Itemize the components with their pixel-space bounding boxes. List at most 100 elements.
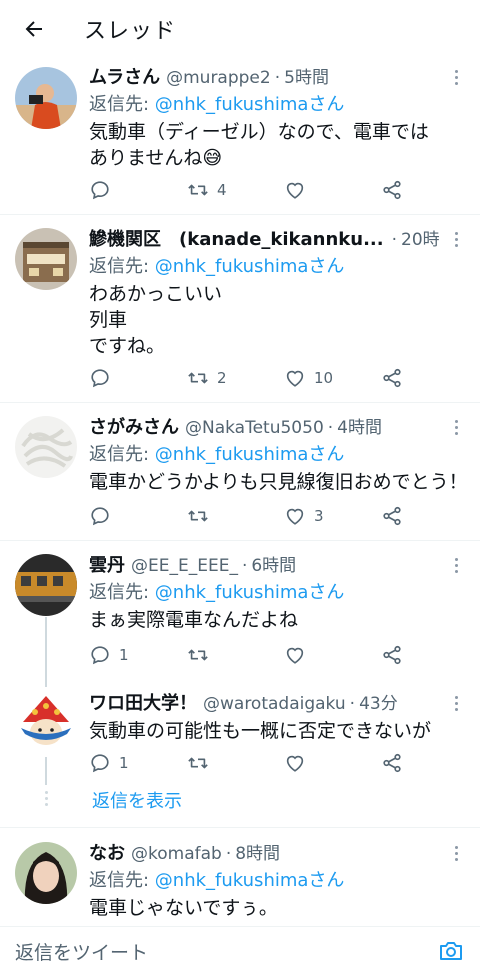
like-button[interactable]: 3 <box>284 505 324 527</box>
reply-icon <box>91 181 109 200</box>
share-icon <box>383 506 401 526</box>
handle[interactable]: @EE_E_EEE_ <box>131 554 238 578</box>
tweet-actions: 1 <box>89 643 419 667</box>
tweet[interactable]: 雲丹 @EE_E_EEE_ · 6時間 返信先: @nhk_fukushimaさ… <box>0 552 480 672</box>
retweet-icon <box>188 510 208 522</box>
reply-button[interactable] <box>89 367 119 389</box>
like-count: 10 <box>314 369 334 387</box>
share-button[interactable] <box>381 367 403 389</box>
reply-icon <box>91 507 109 526</box>
reply-button[interactable]: 1 <box>89 752 129 774</box>
retweet-button[interactable] <box>187 644 217 666</box>
reply-to-mention[interactable]: @nhk_fukushimaさん <box>155 256 345 277</box>
reply-icon <box>91 369 109 388</box>
retweet-button[interactable]: 4 <box>187 179 227 201</box>
timestamp[interactable]: 8時間 <box>235 842 280 866</box>
tweet[interactable]: さがみさん @NakaTetu5050 · 4時間 返信先: @nhk_fuku… <box>0 414 480 540</box>
display-name[interactable]: ワロ田大学！ <box>89 692 197 716</box>
reply-composer[interactable]: 返信をツイート <box>0 926 480 975</box>
like-count: 3 <box>314 507 324 525</box>
handle[interactable]: @NakaTetu5050 <box>185 416 324 440</box>
reply-to-mention[interactable]: @nhk_fukushimaさん <box>155 444 345 465</box>
timestamp[interactable]: 43分 <box>359 692 398 716</box>
display-name[interactable]: 雲丹 <box>89 554 125 578</box>
more-options-button[interactable] <box>452 420 460 436</box>
avatar[interactable] <box>15 692 77 754</box>
handle[interactable]: @murappe2 <box>166 66 271 90</box>
arrow-left-icon <box>25 21 42 37</box>
timestamp[interactable]: 4時間 <box>337 416 382 440</box>
reply-button[interactable] <box>89 179 119 201</box>
reply-prefix: 返信先: <box>89 256 155 277</box>
reply-prefix: 返信先: <box>89 444 155 465</box>
time-separator: · <box>349 694 356 714</box>
share-button[interactable] <box>381 505 403 527</box>
tweet-text: 電車かどうかよりも只見線復旧おめでとう！ <box>89 471 468 493</box>
reply-button[interactable] <box>89 505 119 527</box>
tweet[interactable]: ワロ田大学！ @warotadaigaku · 43分 気動車の可能性も一概に否… <box>0 692 480 782</box>
timestamp[interactable]: 20時間 <box>401 228 440 252</box>
more-options-button[interactable] <box>452 232 460 248</box>
avatar[interactable] <box>15 842 77 904</box>
display-name[interactable]: ムラさん <box>89 66 160 90</box>
avatar[interactable] <box>15 228 77 290</box>
tweet-actions: 1 <box>89 751 419 775</box>
show-replies-link[interactable]: 返信を表示 <box>92 787 182 813</box>
retweet-button[interactable] <box>187 505 217 527</box>
more-options-button[interactable] <box>452 70 460 86</box>
like-button[interactable] <box>284 179 314 201</box>
reply-to-mention[interactable]: @nhk_fukushimaさん <box>155 870 345 891</box>
reply-to: 返信先: @nhk_fukushimaさん <box>89 254 440 279</box>
reply-input[interactable]: 返信をツイート <box>15 938 148 965</box>
share-button[interactable] <box>381 179 403 201</box>
tweet-actions: 3 <box>89 504 419 528</box>
more-options-button[interactable] <box>452 558 460 574</box>
tweet-text: わあかっこいい 列車 ですね。 <box>89 283 223 357</box>
retweet-button[interactable]: 2 <box>187 367 227 389</box>
more-options-button[interactable] <box>452 846 460 862</box>
timestamp[interactable]: 5時間 <box>284 66 329 90</box>
tweet-text: 気動車の可能性も一概に否定できないが <box>89 720 432 742</box>
reply-to-mention[interactable]: @nhk_fukushimaさん <box>155 582 345 603</box>
page-title: スレッド <box>84 19 177 44</box>
tweet-actions: 4 <box>89 178 419 202</box>
like-button[interactable] <box>284 644 314 666</box>
handle[interactable]: @komafab <box>131 842 222 866</box>
display-name[interactable]: なお <box>89 842 125 866</box>
retweet-count: 4 <box>217 181 227 199</box>
camera-button[interactable] <box>438 939 464 967</box>
like-button[interactable]: 10 <box>284 367 333 389</box>
retweet-button[interactable] <box>187 752 217 774</box>
avatar[interactable] <box>15 416 77 478</box>
tweet[interactable]: ムラさん @murappe2 · 5時間 返信先: @nhk_fukushima… <box>0 64 480 214</box>
heart-icon <box>286 370 304 387</box>
tweet-actions: 2 10 <box>89 366 419 390</box>
heart-icon <box>286 182 304 199</box>
share-button[interactable] <box>381 644 403 666</box>
tweet[interactable]: なお @komafab · 8時間 返信先: @nhk_fukushimaさん … <box>0 840 480 926</box>
tweet-header: さがみさん @NakaTetu5050 · 4時間 <box>89 416 440 440</box>
reply-to-mention[interactable]: @nhk_fukushimaさん <box>155 94 345 115</box>
reply-button[interactable]: 1 <box>89 644 129 666</box>
handle[interactable]: @warotadaigaku <box>203 692 346 716</box>
timestamp[interactable]: 6時間 <box>251 554 296 578</box>
share-icon <box>383 645 401 665</box>
avatar[interactable] <box>15 67 77 129</box>
reply-count: 1 <box>119 646 129 664</box>
like-button[interactable] <box>284 752 314 774</box>
reply-to: 返信先: @nhk_fukushimaさん <box>89 442 440 467</box>
reply-prefix: 返信先: <box>89 582 155 603</box>
reply-prefix: 返信先: <box>89 94 155 115</box>
back-button[interactable] <box>0 0 64 58</box>
display-name[interactable]: 鰺機関区 (kanade_kikannku... <box>89 228 384 252</box>
more-options-button[interactable] <box>452 696 460 712</box>
reply-count: 1 <box>119 754 129 772</box>
tweet[interactable]: 鰺機関区 (kanade_kikannku... · 20時間 返信先: @nh… <box>0 226 480 402</box>
avatar[interactable] <box>15 554 77 616</box>
time-separator: · <box>241 556 248 576</box>
share-icon <box>383 180 401 200</box>
share-icon <box>383 753 401 773</box>
time-separator: · <box>274 68 281 88</box>
share-button[interactable] <box>381 752 403 774</box>
display-name[interactable]: さがみさん <box>89 416 179 440</box>
